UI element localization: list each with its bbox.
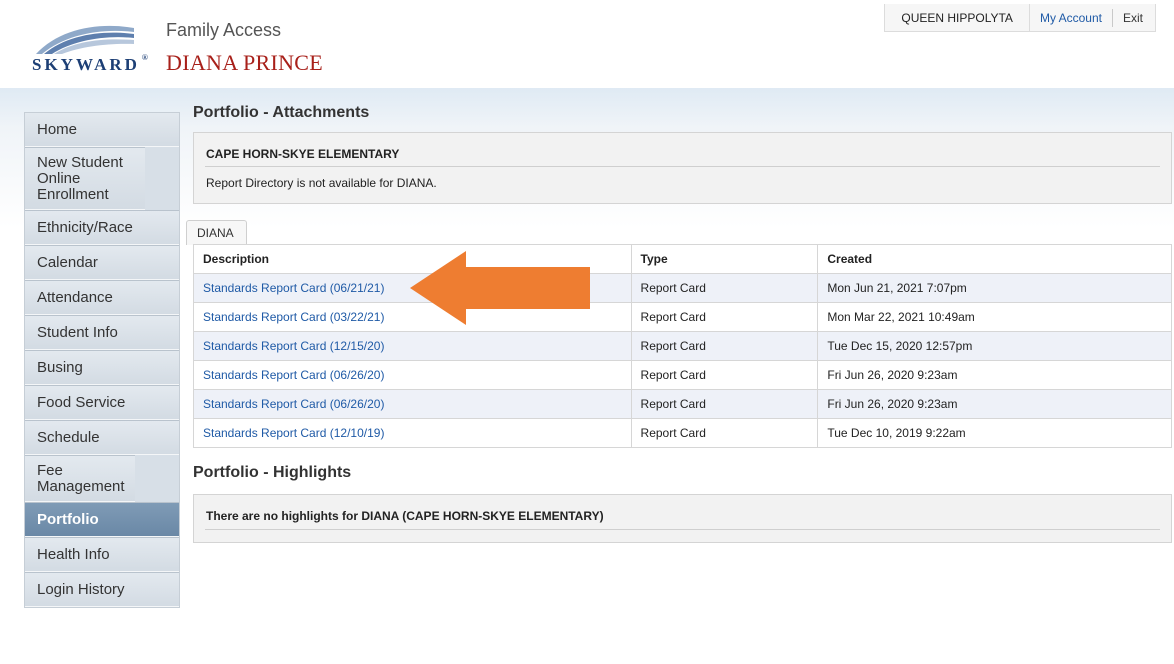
sidebar-item-health-info[interactable]: Health Info	[25, 537, 179, 572]
report-link[interactable]: Standards Report Card (06/26/20)	[193, 360, 632, 390]
sidebar-item-schedule[interactable]: Schedule	[25, 420, 179, 455]
tab-diana[interactable]: DIANA	[186, 220, 247, 245]
table-row: Standards Report Card (06/21/21) Report …	[193, 273, 1172, 303]
attachments-title: Portfolio - Attachments	[193, 104, 370, 121]
user-name: QUEEN HIPPOLYTA	[885, 4, 1030, 31]
student-name: DIANA PRINCE	[166, 50, 323, 75]
arrow-left-icon	[410, 251, 590, 325]
sidebar-item-login-history[interactable]: Login History	[25, 572, 179, 607]
report-created: Mon Jun 21, 2021 7:07pm	[817, 273, 1172, 303]
table-row: Standards Report Card (03/22/21) Report …	[193, 302, 1172, 332]
report-created: Fri Jun 26, 2020 9:23am	[817, 360, 1172, 390]
school-panel: CAPE HORN-SKYE ELEMENTARY Report Directo…	[193, 132, 1172, 204]
table-row: Standards Report Card (06/26/20) Report …	[193, 389, 1172, 419]
highlights-panel: There are no highlights for DIANA (CAPE …	[193, 494, 1172, 543]
sidebar-item-ethnicity-race[interactable]: Ethnicity/Race	[25, 210, 179, 245]
skyward-logo[interactable]: SKYWARD ®	[30, 20, 154, 80]
sidebar-item-fee-management[interactable]: Fee Management	[25, 455, 135, 502]
skyward-swoosh-icon	[36, 25, 134, 54]
school-name: CAPE HORN-SKYE ELEMENTARY	[206, 147, 400, 161]
table-row: Standards Report Card (12/10/19) Report …	[193, 418, 1172, 448]
report-link[interactable]: Standards Report Card (06/26/20)	[193, 389, 632, 419]
report-type: Report Card	[630, 360, 819, 390]
report-type: Report Card	[630, 331, 819, 361]
report-type: Report Card	[630, 389, 819, 419]
logo-text: SKYWARD	[32, 55, 140, 74]
attachments-table: Description Type Created Standards Repor…	[193, 244, 1172, 448]
highlights-title: Portfolio - Highlights	[193, 464, 352, 481]
sidebar-item-home[interactable]: Home	[25, 113, 179, 147]
sidebar-nav: Home New Student Online Enrollment Ethni…	[24, 112, 180, 608]
user-bar: QUEEN HIPPOLYTA My Account Exit	[884, 4, 1156, 32]
report-type: Report Card	[630, 273, 819, 303]
report-type: Report Card	[630, 418, 819, 448]
report-created: Tue Dec 15, 2020 12:57pm	[817, 331, 1172, 361]
sidebar-item-student-info[interactable]: Student Info	[25, 315, 179, 350]
report-type: Report Card	[630, 302, 819, 332]
report-created: Mon Mar 22, 2021 10:49am	[817, 302, 1172, 332]
exit-link[interactable]: Exit	[1113, 9, 1155, 27]
sidebar-item-busing[interactable]: Busing	[25, 350, 179, 385]
column-header-created[interactable]: Created	[817, 244, 1172, 274]
report-link[interactable]: Standards Report Card (12/15/20)	[193, 331, 632, 361]
report-directory-message: Report Directory is not available for DI…	[206, 176, 437, 190]
table-row: Standards Report Card (12/15/20) Report …	[193, 331, 1172, 361]
table-header-row: Description Type Created	[193, 244, 1172, 274]
logo-wordmark: SKYWARD ®	[32, 53, 148, 75]
app-title: Family Access	[166, 20, 282, 40]
report-link[interactable]: Standards Report Card (12/10/19)	[193, 418, 632, 448]
sidebar-item-new-student-online-enrollment[interactable]: New Student Online Enrollment	[25, 147, 145, 210]
report-created: Tue Dec 10, 2019 9:22am	[817, 418, 1172, 448]
sidebar-item-calendar[interactable]: Calendar	[25, 245, 179, 280]
page-header: SKYWARD ® Family Access DIANA PRINCE QUEE…	[0, 0, 1174, 88]
my-account-link[interactable]: My Account	[1030, 8, 1113, 27]
column-header-type[interactable]: Type	[630, 244, 819, 274]
report-created: Fri Jun 26, 2020 9:23am	[817, 389, 1172, 419]
sidebar-item-food-service[interactable]: Food Service	[25, 385, 179, 420]
table-row: Standards Report Card (06/26/20) Report …	[193, 360, 1172, 390]
sidebar-item-portfolio[interactable]: Portfolio	[25, 502, 179, 537]
highlights-message: There are no highlights for DIANA (CAPE …	[206, 509, 604, 523]
panel-divider	[205, 529, 1160, 530]
registered-mark: ®	[141, 53, 148, 62]
sidebar-item-attendance[interactable]: Attendance	[25, 280, 179, 315]
